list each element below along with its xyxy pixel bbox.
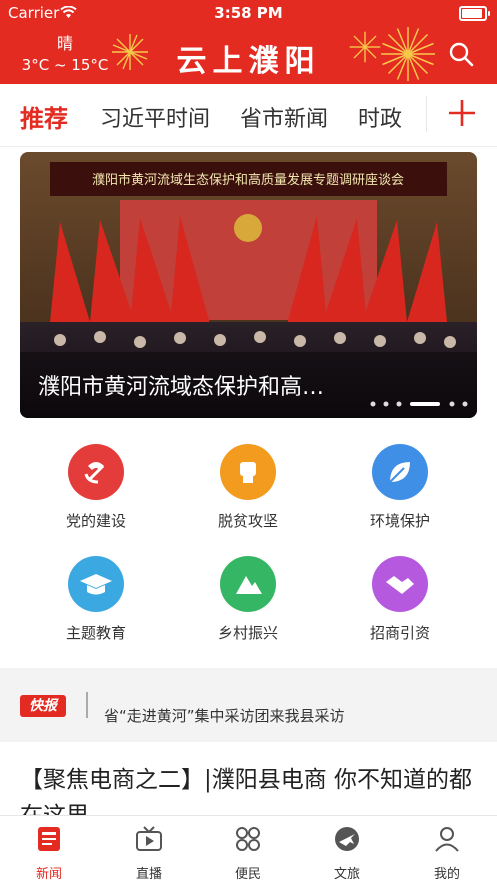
category-label: 主题教育 bbox=[65, 624, 126, 642]
news-icon bbox=[38, 827, 60, 851]
live-tv-icon bbox=[136, 826, 162, 851]
tab-recommend[interactable]: 推荐 bbox=[20, 99, 68, 134]
fist-icon bbox=[220, 444, 276, 500]
tabbar-services[interactable]: 便民 bbox=[208, 824, 288, 882]
carousel-dot[interactable] bbox=[383, 401, 389, 407]
battery-icon bbox=[459, 6, 490, 21]
news-flash-headline[interactable]: 省“走进黄河”集中采访团来我县采访 bbox=[104, 705, 345, 726]
category-party-building[interactable]: 党的建设 bbox=[36, 444, 156, 531]
tabbar-label: 我的 bbox=[433, 867, 460, 882]
party-icon bbox=[68, 444, 124, 500]
category-label: 招商引资 bbox=[369, 624, 430, 642]
tabbar-label: 文旅 bbox=[333, 867, 360, 882]
news-flash-bar[interactable]: 快报 省“走进黄河”集中采访团来我县采访 bbox=[0, 668, 497, 742]
clock: 3:58 PM bbox=[214, 4, 283, 22]
channel-tabs: 推荐 习近平时间 省市新闻 时政 bbox=[0, 84, 497, 147]
tabbar-live[interactable]: 直播 bbox=[109, 824, 189, 882]
tab-xi-time[interactable]: 习近平时间 bbox=[100, 101, 210, 133]
add-channel-icon[interactable] bbox=[447, 98, 477, 128]
banner-backdrop-text: 濮阳市黄河流域生态保护和高质量发展专题调研座谈会 bbox=[92, 172, 404, 188]
category-environment[interactable]: 环境保护 bbox=[340, 444, 460, 531]
category-label: 环境保护 bbox=[369, 512, 430, 530]
category-investment[interactable]: 招商引资 bbox=[340, 556, 460, 643]
category-poverty-alleviation[interactable]: 脱贫攻坚 bbox=[188, 444, 308, 531]
tabbar-news[interactable]: 新闻 bbox=[9, 824, 89, 882]
category-rural-revitalization[interactable]: 乡村振兴 bbox=[188, 556, 308, 643]
tab-politics[interactable]: 时政 bbox=[358, 101, 402, 133]
tabbar-profile[interactable]: 我的 bbox=[407, 824, 487, 882]
carousel-dot[interactable] bbox=[370, 401, 376, 407]
status-bar: Carrier 3:58 PM bbox=[0, 0, 497, 26]
news-flash-divider bbox=[86, 692, 88, 718]
bottom-tab-bar: 新闻 直播 便民 文旅 我的 bbox=[0, 815, 497, 883]
firework-icon bbox=[381, 27, 435, 81]
news-flash-badge: 快报 bbox=[20, 695, 66, 717]
handshake-icon bbox=[372, 556, 428, 612]
leaf-icon bbox=[372, 444, 428, 500]
tabbar-label: 新闻 bbox=[35, 867, 62, 882]
tabs-divider bbox=[426, 96, 427, 132]
carousel-dot-active[interactable] bbox=[410, 402, 440, 406]
carousel-dot[interactable] bbox=[462, 401, 468, 407]
search-icon[interactable] bbox=[447, 40, 475, 68]
banner-caption: 濮阳市黄河流域态保护和高… bbox=[38, 375, 325, 400]
category-label: 脱贫攻坚 bbox=[217, 512, 278, 530]
firework-icon bbox=[349, 31, 381, 63]
category-label: 党的建设 bbox=[65, 512, 126, 530]
travel-icon bbox=[335, 827, 359, 851]
mountain-icon bbox=[220, 556, 276, 612]
carousel-dot[interactable] bbox=[449, 401, 455, 407]
carousel-dot[interactable] bbox=[396, 401, 402, 407]
tabbar-travel[interactable]: 文旅 bbox=[307, 824, 387, 882]
graduation-cap-icon bbox=[68, 556, 124, 612]
category-theme-education[interactable]: 主题教育 bbox=[36, 556, 156, 643]
category-label: 乡村振兴 bbox=[217, 624, 278, 642]
tabbar-label: 便民 bbox=[234, 867, 261, 882]
tab-provincial-news[interactable]: 省市新闻 bbox=[240, 101, 328, 133]
app-header: 晴 3°C ~ 15°C 云上濮阳 bbox=[0, 26, 497, 84]
profile-icon bbox=[435, 827, 459, 852]
services-grid-icon bbox=[236, 827, 260, 851]
carousel-indicator[interactable] bbox=[367, 393, 477, 412]
tabbar-label: 直播 bbox=[135, 867, 162, 882]
